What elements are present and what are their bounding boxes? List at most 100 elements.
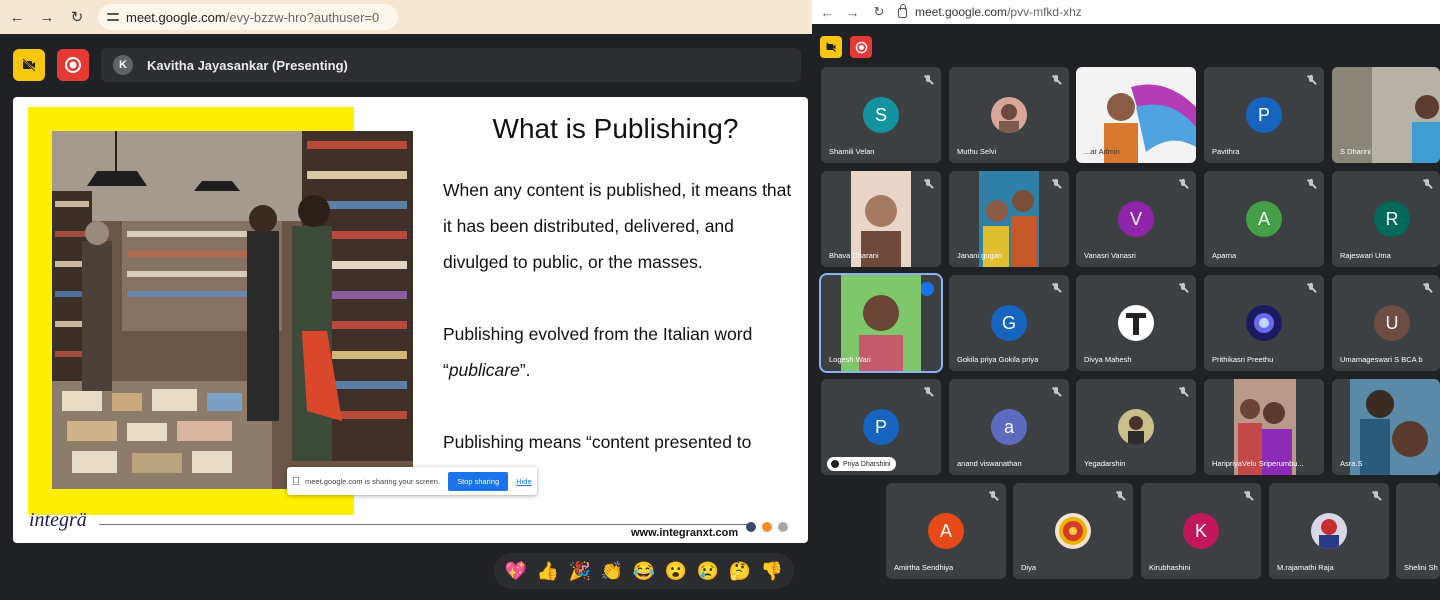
address-bar[interactable]: meet.google.com/evy-bzzw-hro?authuser=0 [98,4,398,30]
participant-tile[interactable]: U Umamageswari S BCA b [1332,275,1440,371]
avatar: P [863,409,899,445]
thumbs-down-reaction[interactable]: 👎 [757,561,787,582]
integra-logo: integrä [29,509,87,532]
dot-navy [746,522,756,532]
mic-off-icon [1115,491,1125,501]
participant-tile[interactable]: HaripriyaVelu Sriperumbu... [1204,379,1324,475]
url-path-right: /pvv-mfkd-xhz [1007,5,1082,19]
participant-tile[interactable]: a anand viswanathan [949,379,1069,475]
participant-tile[interactable]: Shelini Sh [1396,483,1440,579]
thumbs-up-reaction[interactable]: 👍 [533,561,563,582]
surprised-reaction[interactable]: 😮 [661,561,691,582]
participant-tile-active[interactable]: Logesh Wari [819,273,943,373]
address-bar-right[interactable]: meet.google.com/pvv-mfkd-xhz [898,2,1082,22]
sparkling-heart-reaction[interactable]: 💖 [501,561,531,582]
mic-off-icon [923,179,933,189]
screen-share-notice: meet.google.com is sharing your screen. … [287,467,537,495]
participant-name: M.rajamathi Raja [1277,563,1334,572]
camera-off-icon [22,58,36,72]
reaction-bar: 💖 👍 🎉 👏 😂 😮 😢 🤔 👎 [494,553,794,589]
profile-photo [1118,305,1154,341]
participant-tile[interactable]: Prithikasri Preethu [1204,275,1324,371]
reload-icon[interactable]: ↻ [64,4,90,30]
participant-tile[interactable]: K Kirubhashini [1141,483,1261,579]
clapping-reaction[interactable]: 👏 [597,561,627,582]
party-popper-reaction[interactable]: 🎉 [565,561,595,582]
camera-off-button[interactable] [13,49,45,81]
participant-tile[interactable]: P Priya Dharshini [821,379,941,475]
forward-arrow-icon[interactable]: → [842,0,864,25]
camera-off-button[interactable] [820,36,842,58]
record-button[interactable] [850,36,872,58]
participant-name-pill: Priya Dharshini [827,457,897,471]
hide-link[interactable]: Hide [516,477,531,486]
reload-icon[interactable]: ↻ [868,0,890,25]
mic-off-icon [988,491,998,501]
crying-reaction[interactable]: 😢 [693,561,723,582]
screen: ← → ↻ meet.google.com/evy-bzzw-hro?authu… [0,0,1440,600]
participant-tile[interactable]: M.rajamathi Raja [1269,483,1389,579]
participant-tile[interactable]: Yegadarshin [1076,379,1196,475]
participant-name: Janani gugan [957,251,1003,260]
avatar: A [1246,201,1282,237]
slide-body: When any content is published, it means … [443,172,793,460]
camera-off-icon [826,42,836,52]
profile-photo [1246,305,1282,341]
participant-tile[interactable]: A Aparna [1204,171,1324,267]
participant-tile[interactable]: V Vanasri Vanasri [1076,171,1196,267]
avatar: G [991,305,1027,341]
record-button[interactable] [57,49,89,81]
mic-off-icon [1306,75,1316,85]
thinking-reaction[interactable]: 🤔 [725,561,755,582]
site-settings-icon[interactable] [106,10,120,24]
participant-tile[interactable]: Muthu Selvi [949,67,1069,163]
back-arrow-icon[interactable]: ← [816,0,838,25]
url-path: /evy-bzzw-hro?authuser=0 [225,9,380,25]
participant-name: Bhava Dharani [829,251,879,260]
avatar: S [863,97,899,133]
participant-tile[interactable]: Divya Mahesh [1076,275,1196,371]
dot-grey [778,522,788,532]
participant-name: Muthu Selvi [957,147,997,156]
participant-tile[interactable]: G Gokila priya Gokila priya [949,275,1069,371]
participant-name: Divya Mahesh [1084,355,1132,364]
participant-name: Shelini Sh [1404,563,1438,572]
participant-video [1350,379,1440,475]
participant-tile[interactable]: Janani gugan [949,171,1069,267]
participant-tile[interactable]: P Pavithra [1204,67,1324,163]
participant-tile[interactable]: Bhava Dharani [821,171,941,267]
mic-off-icon [1178,387,1188,397]
laughing-reaction[interactable]: 😂 [629,561,659,582]
mic-off-icon [1306,179,1316,189]
presenting-banner: K Kavitha Jayasankar (Presenting) [101,48,801,82]
mic-off-icon [1178,283,1188,293]
record-icon [855,41,867,53]
stop-sharing-button[interactable]: Stop sharing [448,471,509,491]
mic-off-icon [923,75,933,85]
participant-tile[interactable]: S Shamili Velan [821,67,941,163]
participant-name: Rajeswari Uma [1340,251,1391,260]
avatar: R [1374,201,1410,237]
avatar: A [928,513,964,549]
participant-tile[interactable]: Diya [1013,483,1133,579]
participant-name: anand viswanathan [957,459,1022,468]
participant-tile[interactable]: R Rajeswari Uma [1332,171,1440,267]
participant-name: ...ar Admin [1084,147,1120,156]
presenter-window: ← → ↻ meet.google.com/evy-bzzw-hro?authu… [0,0,812,600]
slide-paragraph-3: Publishing means “content presented to [443,432,752,452]
url-host: meet.google.com [126,9,226,25]
dot-orange [762,522,772,532]
participant-tile[interactable]: Asra.S [1332,379,1440,475]
browser-toolbar-right: ← → ↻ meet.google.com/pvv-mfkd-xhz [812,0,1440,24]
avatar: U [1374,305,1410,341]
participant-tile[interactable]: ...ar Admin [1076,67,1196,163]
mic-off-icon [1243,491,1253,501]
back-arrow-icon[interactable]: ← [4,4,30,30]
participant-window: ← → ↻ meet.google.com/pvv-mfkd-xhz S Sha… [812,0,1440,600]
participant-name: Logesh Wari [829,355,871,364]
mic-off-icon [1051,179,1061,189]
participant-name: Amirtha Sendhiya [894,563,954,572]
participant-tile[interactable]: S Dharini [1332,67,1440,163]
participant-tile[interactable]: A Amirtha Sendhiya [886,483,1006,579]
forward-arrow-icon[interactable]: → [34,4,60,30]
